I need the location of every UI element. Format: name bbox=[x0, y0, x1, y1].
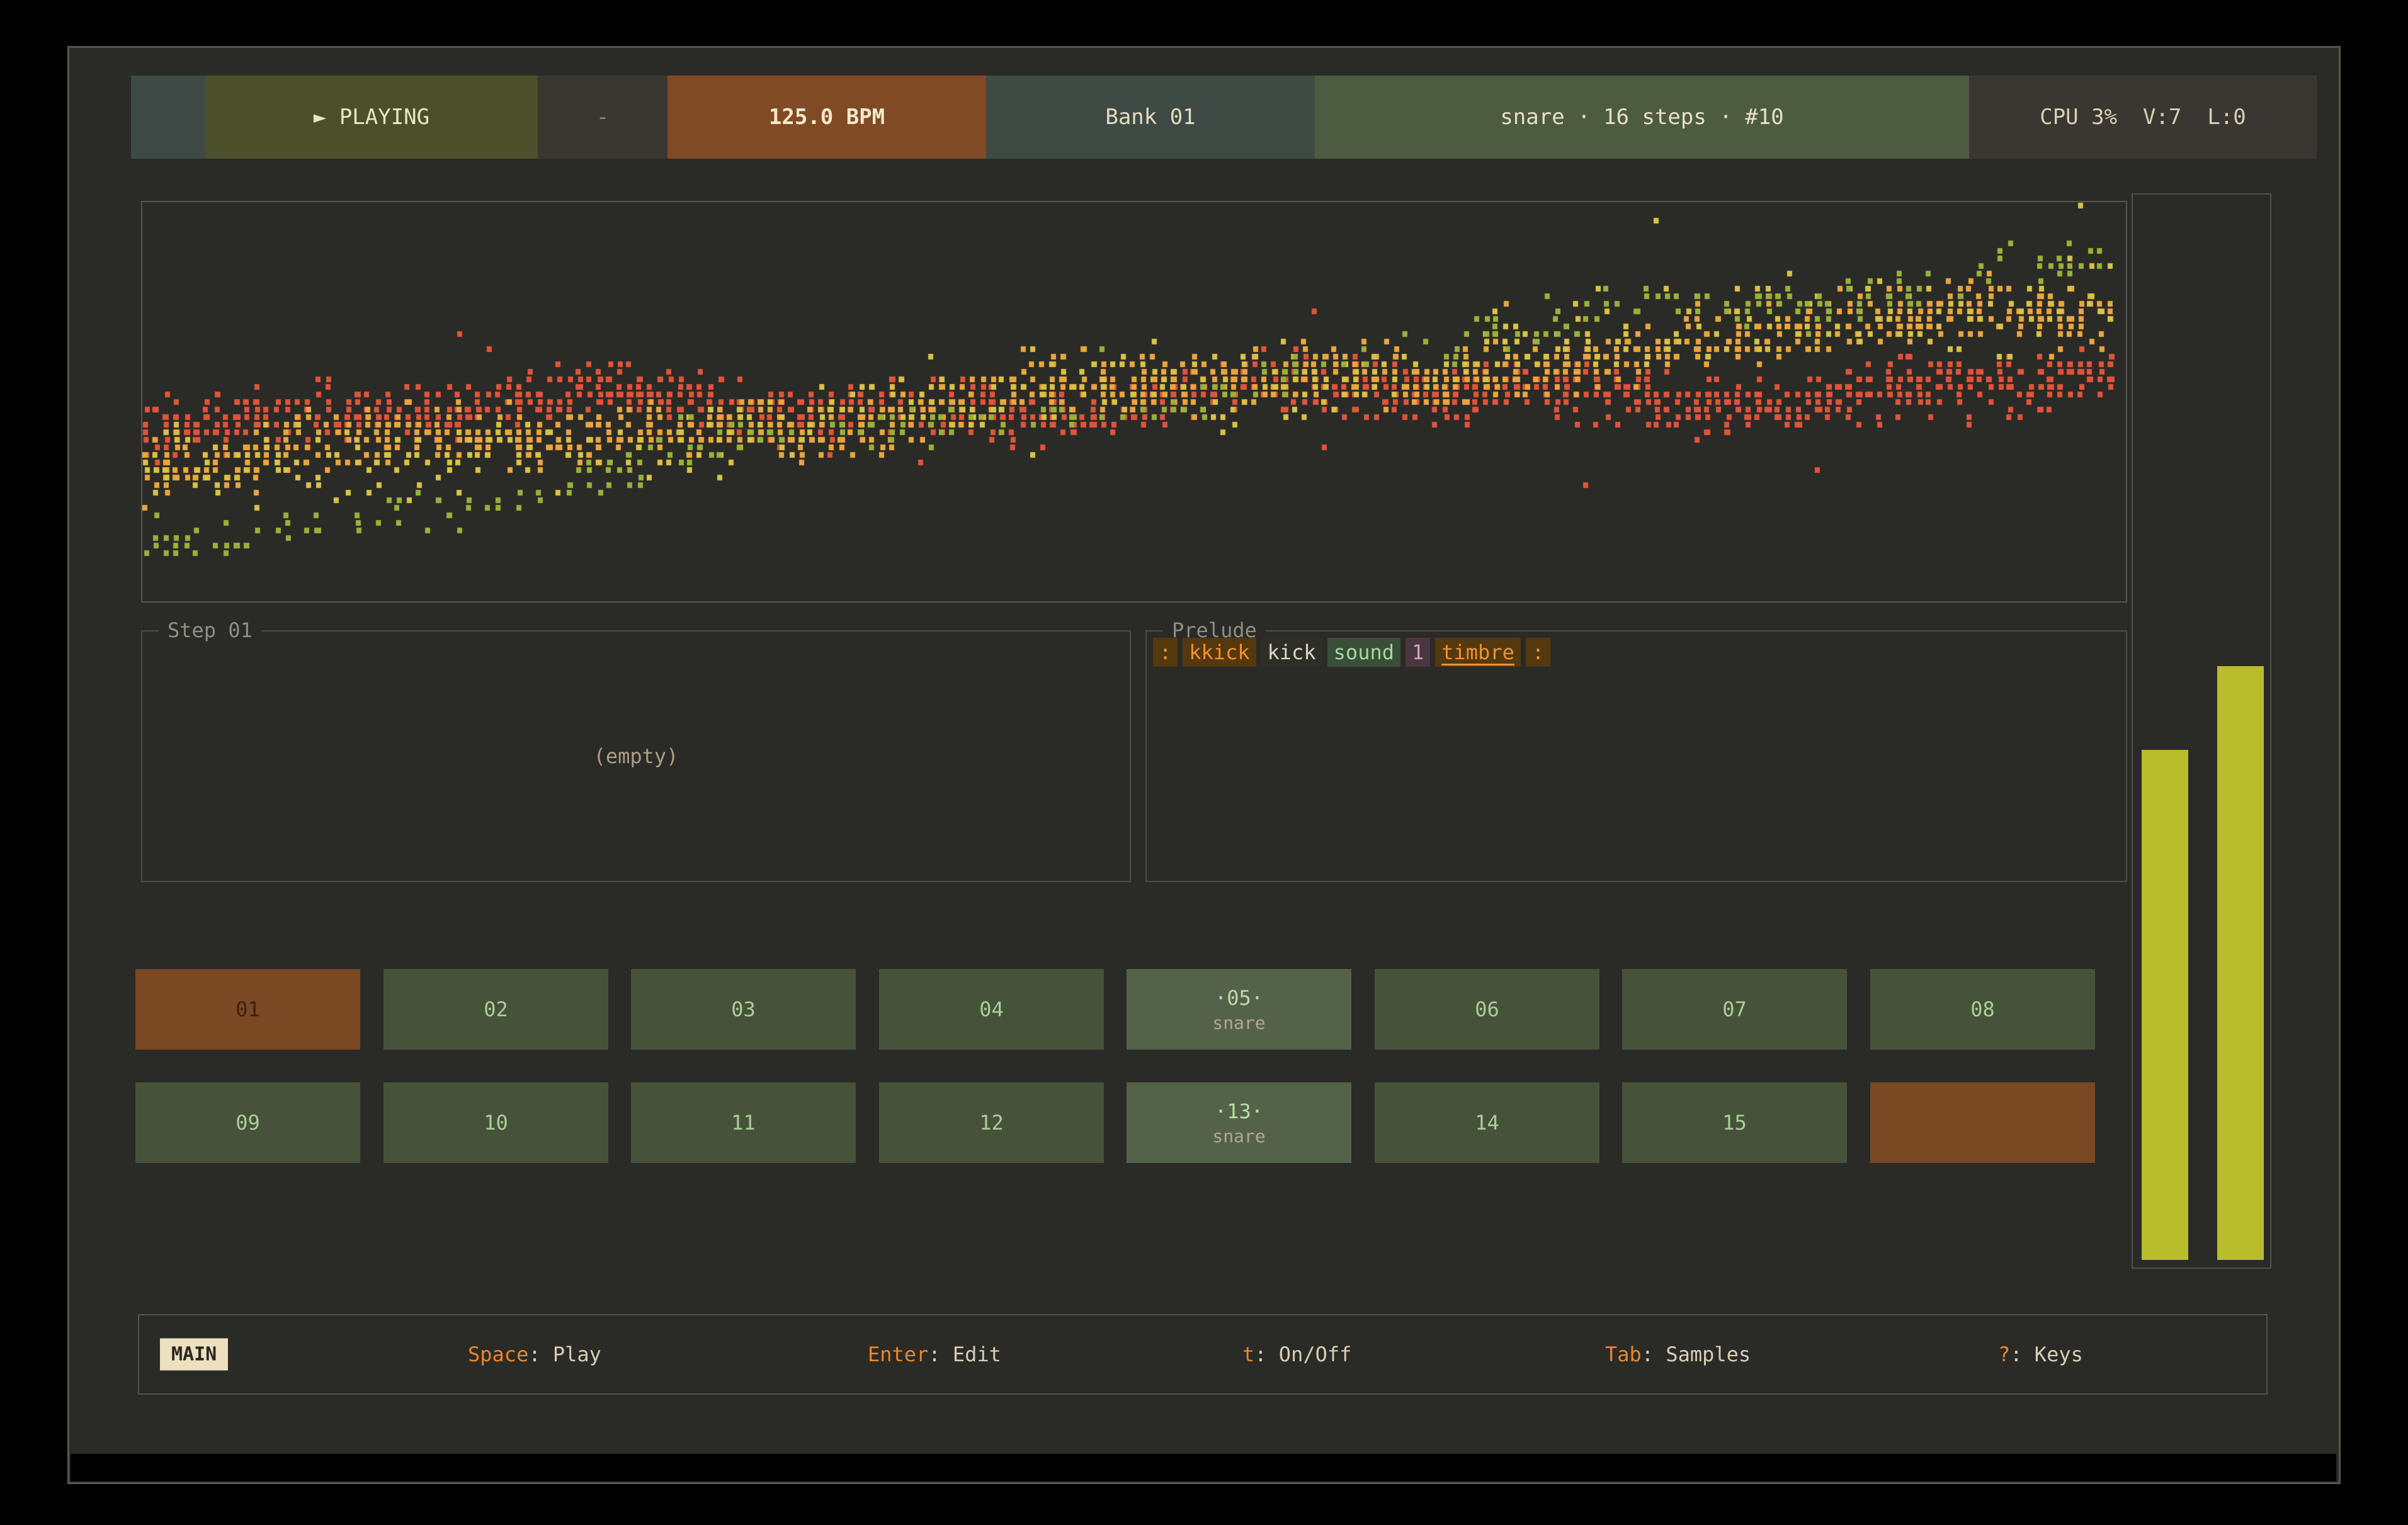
prelude-token-5[interactable]: timbre bbox=[1435, 638, 1521, 667]
step-button-label: 15 bbox=[1722, 1111, 1747, 1135]
step-button-sample-name: snare bbox=[1212, 1126, 1265, 1147]
prelude-panel: Prelude :kkickkicksound1timbre: bbox=[1145, 630, 2127, 882]
topbar-bpm[interactable]: 125.0 BPM bbox=[667, 76, 986, 159]
hint-?: ?: Keys bbox=[1998, 1342, 2083, 1366]
topbar-stats: CPU 3% V:7 L:0 bbox=[1969, 76, 2317, 159]
step-button-label: 14 bbox=[1475, 1111, 1499, 1135]
bottom-strip bbox=[71, 1454, 2336, 1482]
step-button-sample-name: snare bbox=[1212, 1012, 1265, 1033]
step-button-09[interactable]: 09 bbox=[135, 1082, 360, 1163]
step-button-16[interactable] bbox=[1870, 1082, 2095, 1163]
step-button-label: 08 bbox=[1970, 997, 1995, 1021]
step-button-label: 11 bbox=[731, 1111, 756, 1135]
step-button-label: 07 bbox=[1722, 997, 1747, 1021]
meter-bar-right bbox=[2217, 666, 2264, 1260]
step-button-08[interactable]: 08 bbox=[1870, 969, 2095, 1050]
step-button-12[interactable]: 12 bbox=[879, 1082, 1104, 1163]
status-bar: MAIN Space: Play Enter: Edit t: On/Off Tab:… bbox=[138, 1314, 2268, 1395]
step-panel: Step 01 (empty) bbox=[141, 630, 1131, 882]
step-panel-title: Step 01 bbox=[159, 616, 261, 644]
step-button-04[interactable]: 04 bbox=[879, 969, 1104, 1050]
step-button-06[interactable]: 06 bbox=[1375, 969, 1599, 1050]
step-button-label: 06 bbox=[1475, 997, 1499, 1021]
step-empty-label: (empty) bbox=[594, 744, 679, 768]
step-button-label: 02 bbox=[484, 997, 508, 1021]
topbar-separator: - bbox=[538, 76, 667, 159]
step-button-02[interactable]: 02 bbox=[383, 969, 608, 1050]
prelude-token-6[interactable]: : bbox=[1526, 638, 1550, 667]
step-button-label: 04 bbox=[979, 997, 1004, 1021]
mode-badge: MAIN bbox=[160, 1339, 228, 1371]
prelude-token-4[interactable]: 1 bbox=[1406, 638, 1430, 667]
step-button-07[interactable]: 07 bbox=[1622, 969, 1847, 1050]
step-button-13[interactable]: ·13· snare bbox=[1127, 1082, 1351, 1163]
step-button-11[interactable]: 11 bbox=[631, 1082, 856, 1163]
topbar-track-info[interactable]: snare · 16 steps · #10 bbox=[1315, 76, 1969, 159]
prelude-token-2[interactable]: kick bbox=[1261, 638, 1322, 667]
hint-tab: Tab: Samples bbox=[1605, 1342, 1751, 1366]
step-button-14[interactable]: 14 bbox=[1375, 1082, 1599, 1163]
prelude-token-3[interactable]: sound bbox=[1327, 638, 1400, 667]
visualizer-canvas bbox=[142, 202, 2126, 601]
step-button-01[interactable]: 01 bbox=[135, 969, 360, 1050]
topbar-transport[interactable]: ► PLAYING bbox=[205, 76, 538, 159]
topbar-bank[interactable]: Bank 01 bbox=[986, 76, 1315, 159]
step-button-15[interactable]: 15 bbox=[1622, 1082, 1847, 1163]
step-button-03[interactable]: 03 bbox=[631, 969, 856, 1050]
step-button-label: ·05· bbox=[1215, 986, 1263, 1010]
hint-t: t: On/Off bbox=[1242, 1342, 1351, 1366]
top-bar: ► PLAYING-125.0 BPMBank 01snare · 16 ste… bbox=[131, 76, 2317, 159]
pattern-visualizer bbox=[141, 201, 2127, 603]
prelude-token-0[interactable]: : bbox=[1153, 638, 1178, 667]
meter-bar-left bbox=[2142, 750, 2188, 1260]
step-button-label: 03 bbox=[731, 997, 756, 1021]
prelude-token-1[interactable]: kkick bbox=[1183, 638, 1256, 667]
step-button-label: 10 bbox=[484, 1111, 508, 1135]
prelude-code-line[interactable]: :kkickkicksound1timbre: bbox=[1153, 638, 1555, 667]
step-button-label: 09 bbox=[236, 1111, 260, 1135]
step-button-05[interactable]: ·05·snare bbox=[1127, 969, 1351, 1050]
step-button-10[interactable]: 10 bbox=[383, 1082, 608, 1163]
hint-enter: Enter: Edit bbox=[868, 1342, 1001, 1366]
step-button-label: ·13· bbox=[1215, 1099, 1263, 1123]
step-button-label: 12 bbox=[979, 1111, 1004, 1135]
step-button-label: 01 bbox=[236, 997, 260, 1021]
topbar-pad-block bbox=[131, 76, 205, 159]
level-meters bbox=[2132, 193, 2271, 1269]
app-window: ► PLAYING-125.0 BPMBank 01snare · 16 ste… bbox=[67, 46, 2341, 1484]
hint-space: Space: Play bbox=[468, 1342, 601, 1366]
